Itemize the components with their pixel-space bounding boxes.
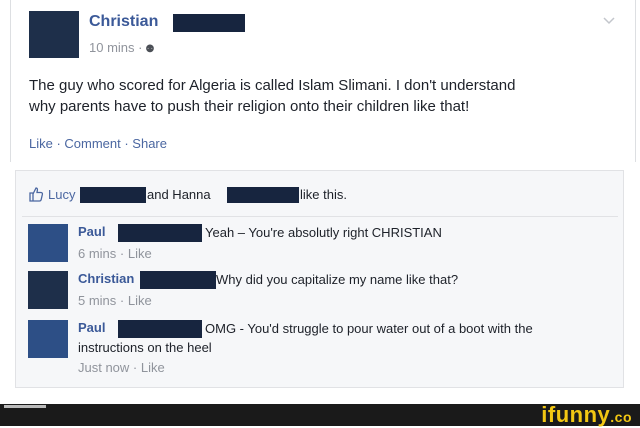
friends-icon: ⚉: [145, 44, 155, 55]
post-author-avatar[interactable]: [29, 11, 79, 58]
comment-item: Christian Why did you capitalize my name…: [28, 271, 618, 311]
watermark-text: ifunny: [541, 402, 611, 427]
gap-band: [0, 162, 640, 170]
chevron-down-icon[interactable]: [601, 12, 617, 28]
commenter-avatar[interactable]: [28, 271, 68, 309]
comment-item: Paul Yeah – You're absolutly right CHRIS…: [28, 224, 618, 264]
watermark-suffix: .co: [610, 409, 632, 425]
post-meta: 10 mins · ⚉: [89, 40, 154, 55]
divider: [22, 216, 618, 217]
footer-bar: ifunny.co: [0, 402, 640, 428]
post-time[interactable]: 10 mins ·: [89, 40, 142, 55]
likes-suffix: like this.: [300, 187, 347, 202]
ifunny-watermark: ifunny.co: [541, 402, 632, 428]
thumbs-up-icon[interactable]: [28, 186, 44, 202]
screenshot-stage: Christian 10 mins · ⚉ The guy who scored …: [0, 0, 640, 428]
post-card: Christian 10 mins · ⚉ The guy who scored …: [10, 0, 636, 162]
comment-meta[interactable]: Just now · Like: [78, 360, 165, 375]
post-author-name[interactable]: Christian: [89, 13, 158, 31]
comment-text: Yeah – You're absolutly right CHRISTIAN: [205, 225, 442, 240]
commenter-avatar[interactable]: [28, 224, 68, 262]
post-text: The guy who scored for Algeria is called…: [29, 75, 629, 117]
comment-meta[interactable]: 5 mins · Like: [78, 293, 152, 308]
commenter-avatar[interactable]: [28, 320, 68, 358]
comment-item: Paul OMG - You'd struggle to pour water …: [28, 320, 618, 382]
post-text-line-2: why parents have to push their religion …: [29, 98, 470, 115]
liker-2-name[interactable]: and Hanna: [147, 187, 211, 202]
redacted-liker-2: [227, 187, 299, 203]
redacted-surname: [118, 224, 202, 242]
redacted-liker-1: [80, 187, 146, 203]
redacted-surname: [118, 320, 202, 338]
comment-text-continued: instructions on the heel: [78, 340, 212, 355]
comments-box: Lucy and Hanna like this. Paul Yeah – Yo…: [15, 170, 624, 388]
comment-meta[interactable]: 6 mins · Like: [78, 246, 152, 261]
comment-author[interactable]: Paul: [78, 320, 105, 335]
comment-author[interactable]: Christian: [78, 271, 134, 286]
comment-text: OMG - You'd struggle to pour water out o…: [205, 321, 533, 336]
redacted-surname: [173, 14, 245, 32]
liker-1-name[interactable]: Lucy: [48, 187, 75, 202]
comment-author[interactable]: Paul: [78, 224, 105, 239]
post-actions[interactable]: Like · Comment · Share: [29, 136, 167, 151]
footer-stub: [4, 405, 46, 408]
redacted-surname: [140, 271, 216, 289]
post-text-line-1: The guy who scored for Algeria is called…: [29, 77, 516, 94]
comment-text: Why did you capitalize my name like that…: [216, 272, 459, 287]
